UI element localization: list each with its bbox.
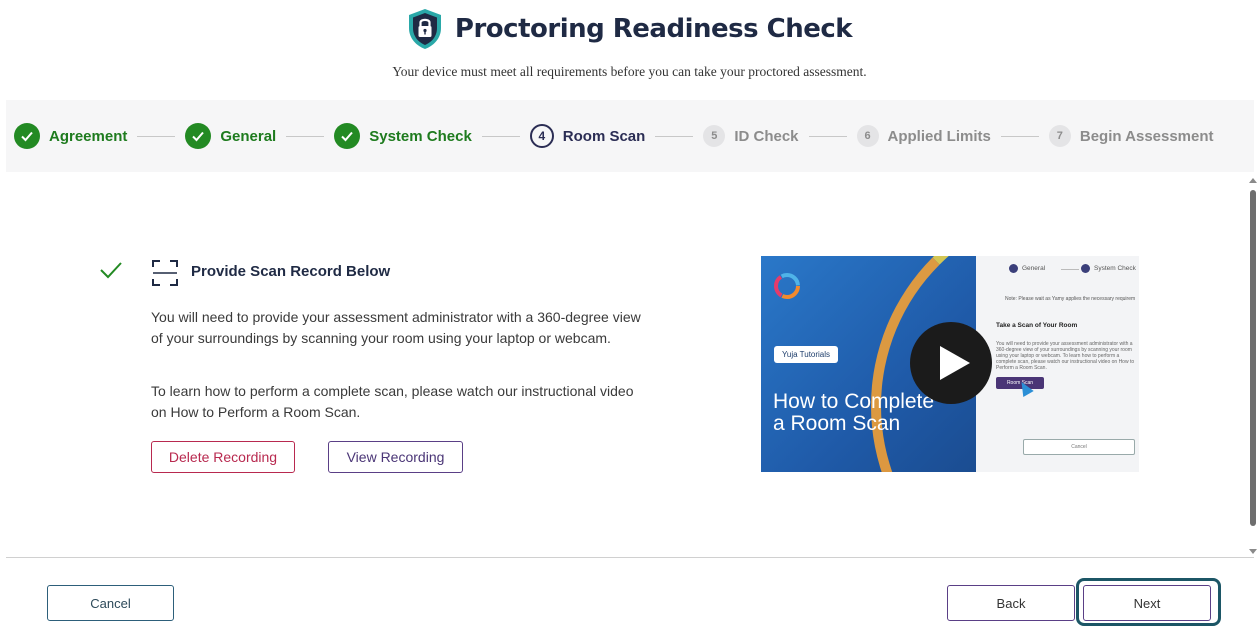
step-number: 5 [703,125,726,147]
scan-video-note: To learn how to perform a complete scan,… [151,383,634,420]
title-row: Proctoring Readiness Check [0,8,1259,50]
step-label: Applied Limits [887,127,991,145]
checkmark-icon [100,262,122,279]
step-room-scan: 4 Room Scan [529,124,646,148]
next-button[interactable]: Next [1083,585,1211,621]
step-number: 7 [1048,125,1071,147]
tutorial-video-player[interactable]: General System Check Note: Please wait a… [761,256,1139,472]
thumb-note: Note: Please wait as Yamy applies the ne… [1005,296,1136,302]
step-label: General [220,127,277,145]
thumb-step-general: General [1009,264,1045,273]
step-number: 4 [529,124,554,148]
play-button[interactable] [910,322,992,404]
scroll-up-arrow-icon[interactable] [1249,178,1257,183]
step-dot-icon [1009,264,1018,273]
thumb-body: You will need to provide your assessment… [996,341,1135,371]
thumb-heading: Take a Scan of Your Room [996,322,1078,329]
thumb-step-label: System Check [1094,265,1136,273]
step-connector [808,135,847,137]
step-dot-icon [1081,264,1090,273]
video-title: How to Complete a Room Scan [773,391,934,435]
scrollbar-thumb[interactable] [1250,190,1256,526]
step-general: General [185,123,276,149]
step-label: Agreement [49,127,128,145]
video-title-line: How to Complete [773,390,935,413]
step-connector [655,135,694,137]
step-complete-icon [14,123,40,149]
step-number: 6 [856,125,879,147]
room-scan-panel: Provide Scan Record Below You will need … [0,176,1244,556]
step-connector [286,135,325,137]
step-connector [1000,135,1039,137]
thumb-step-system: System Check [1081,264,1136,273]
shield-lock-icon [408,9,441,49]
scan-instructions: You will need to provide your assessment… [151,309,641,346]
page-subtitle: Your device must meet all requirements b… [392,64,867,79]
video-title-line: a Room Scan [773,412,901,435]
step-connector [481,135,520,137]
content-scrollbar[interactable] [1247,176,1259,556]
step-label: ID Check [734,127,799,145]
step-label: System Check [369,127,472,145]
scroll-down-arrow-icon[interactable] [1249,549,1257,554]
delete-recording-button[interactable]: Delete Recording [151,441,295,473]
step-agreement: Agreement [14,123,127,149]
thumb-cancel-button: Cancel [1023,439,1135,455]
step-connector [137,135,176,137]
progress-stepper: Agreement General System Check 4 Room Sc… [6,100,1254,172]
tutorials-badge: Yuja Tutorials [774,346,839,363]
step-system-check: System Check [334,123,472,149]
footer-divider [6,557,1254,558]
view-recording-button[interactable]: View Recording [328,441,463,473]
step-applied-limits: 6 Applied Limits [856,125,991,147]
step-label: Begin Assessment [1079,127,1214,145]
play-icon [940,346,970,380]
yuja-logo-icon [774,273,800,299]
back-button[interactable]: Back [947,585,1075,621]
step-complete-icon [334,123,361,149]
cancel-button[interactable]: Cancel [47,585,174,621]
page-header: Proctoring Readiness Check Your device m… [0,0,1259,92]
scan-section-title: Provide Scan Record Below [191,263,391,280]
step-label: Room Scan [562,127,646,145]
thumb-connector [1061,269,1079,270]
step-complete-icon [185,123,212,149]
step-begin-assessment: 7 Begin Assessment [1048,125,1214,147]
scan-frame-icon [152,260,178,286]
thumb-step-label: General [1022,265,1046,273]
page-title: Proctoring Readiness Check [454,14,853,44]
step-id-check: 5 ID Check [703,125,799,147]
